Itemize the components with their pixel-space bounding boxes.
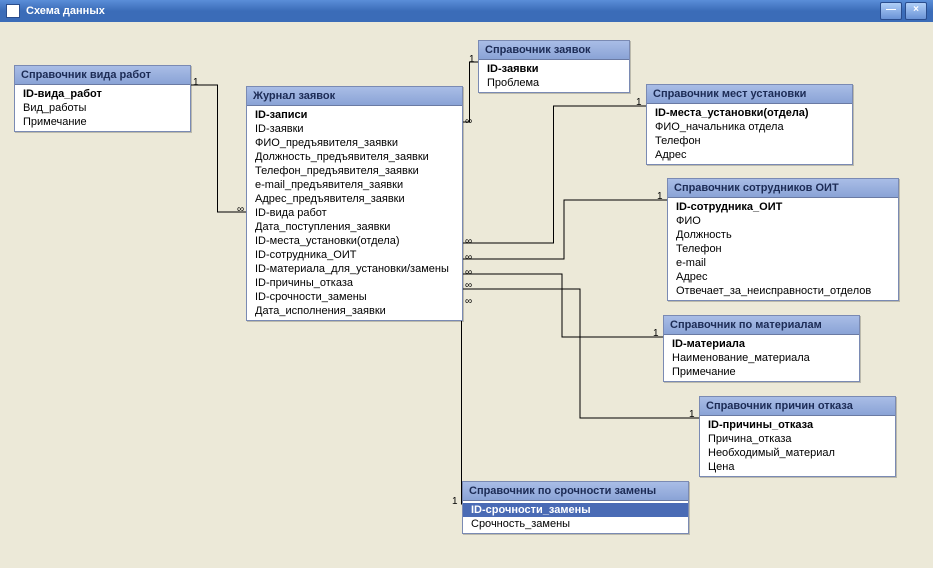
entity-prichin[interactable]: Справочник причин отказаID-причины_отказ… [699, 396, 896, 477]
field[interactable]: ID-заявки [479, 62, 629, 76]
entity-zayavok_ref[interactable]: Справочник заявокID-заявкиПроблема [478, 40, 630, 93]
field[interactable]: Телефон [668, 242, 898, 256]
field[interactable]: ФИО [668, 214, 898, 228]
entity-journal[interactable]: Журнал заявокID-записиID-заявкиФИО_предъ… [246, 86, 463, 321]
entity-header[interactable]: Журнал заявок [247, 87, 462, 106]
field[interactable]: Наименование_материала [664, 351, 859, 365]
entity-vida_rabot[interactable]: Справочник вида работID-вида_работВид_ра… [14, 65, 191, 132]
cardinality-label: ∞ [465, 297, 472, 307]
entity-sotr[interactable]: Справочник сотрудников ОИТID-сотрудника_… [667, 178, 899, 301]
cardinality-label: ∞ [465, 117, 472, 127]
cardinality-label: 1 [193, 78, 199, 88]
field[interactable]: ID-сотрудника_ОИТ [247, 248, 462, 262]
field[interactable]: ID-срочности_замены [463, 503, 688, 517]
cardinality-label: ∞ [237, 205, 244, 215]
cardinality-label: 1 [653, 329, 659, 339]
entity-mater[interactable]: Справочник по материаламID-материалаНаим… [663, 315, 860, 382]
field[interactable]: ID-места_установки(отдела) [247, 234, 462, 248]
field[interactable]: e-mail [668, 256, 898, 270]
entity-header[interactable]: Справочник сотрудников ОИТ [668, 179, 898, 198]
entity-header[interactable]: Справочник вида работ [15, 66, 190, 85]
cardinality-label: 1 [689, 410, 695, 420]
diagram-canvas[interactable]: Справочник вида работID-вида_работВид_ра… [0, 22, 933, 568]
window-title: Схема данных [26, 0, 105, 22]
field[interactable]: Адрес [668, 270, 898, 284]
field[interactable]: ID-места_установки(отдела) [647, 106, 852, 120]
field-list: ID-материалаНаименование_материалаПримеч… [664, 335, 859, 381]
titlebar[interactable]: Схема данных — × [0, 0, 933, 22]
entity-header[interactable]: Справочник заявок [479, 41, 629, 60]
field[interactable]: ID-заявки [247, 122, 462, 136]
entity-sroch[interactable]: Справочник по срочности заменыID-срочнос… [462, 481, 689, 534]
entity-header[interactable]: Справочник по срочности замены [463, 482, 688, 501]
field[interactable]: Дата_исполнения_заявки [247, 304, 462, 318]
field[interactable]: Телефон_предъявителя_заявки [247, 164, 462, 178]
field-list: ID-сотрудника_ОИТФИОДолжностьТелефонe-ma… [668, 198, 898, 300]
cardinality-label: ∞ [465, 281, 472, 291]
field[interactable]: Необходимый_материал [700, 446, 895, 460]
field[interactable]: Примечание [664, 365, 859, 379]
field[interactable]: ID-вида_работ [15, 87, 190, 101]
field[interactable]: ID-материала_для_установки/замены [247, 262, 462, 276]
field-list: ID-заявкиПроблема [479, 60, 629, 92]
cardinality-label: ∞ [465, 268, 472, 278]
window-buttons: — × [880, 2, 927, 20]
field[interactable]: ФИО_предъявителя_заявки [247, 136, 462, 150]
field-list: ID-записиID-заявкиФИО_предъявителя_заявк… [247, 106, 462, 320]
app-window: Схема данных — × Справочник вида работID… [0, 0, 933, 568]
field-list: ID-срочности_заменыСрочность_замены [463, 501, 688, 533]
entity-header[interactable]: Справочник по материалам [664, 316, 859, 335]
field[interactable]: Срочность_замены [463, 517, 688, 531]
minimize-button[interactable]: — [880, 2, 902, 20]
field[interactable]: Отвечает_за_неисправности_отделов [668, 284, 898, 298]
field[interactable]: ID-сотрудника_ОИТ [668, 200, 898, 214]
app-icon [6, 4, 20, 18]
cardinality-label: 1 [452, 497, 458, 507]
field[interactable]: Адрес [647, 148, 852, 162]
field[interactable]: e-mail_предъявителя_заявки [247, 178, 462, 192]
field[interactable]: Адрес_предъявителя_заявки [247, 192, 462, 206]
close-button[interactable]: × [905, 2, 927, 20]
field[interactable]: ID-вида работ [247, 206, 462, 220]
field[interactable]: Проблема [479, 76, 629, 90]
field[interactable]: Дата_поступления_заявки [247, 220, 462, 234]
field[interactable]: Причина_отказа [700, 432, 895, 446]
field[interactable]: ID-записи [247, 108, 462, 122]
field[interactable]: ID-причины_отказа [700, 418, 895, 432]
cardinality-label: 1 [469, 55, 475, 65]
cardinality-label: ∞ [465, 237, 472, 247]
cardinality-label: 1 [657, 192, 663, 202]
entity-mest[interactable]: Справочник мест установкиID-места_устано… [646, 84, 853, 165]
cardinality-label: 1 [636, 98, 642, 108]
field[interactable]: ID-срочности_замены [247, 290, 462, 304]
field[interactable]: Должность [668, 228, 898, 242]
field-list: ID-места_установки(отдела)ФИО_начальника… [647, 104, 852, 164]
field[interactable]: Примечание [15, 115, 190, 129]
field[interactable]: ID-материала [664, 337, 859, 351]
entity-header[interactable]: Справочник причин отказа [700, 397, 895, 416]
field-list: ID-вида_работВид_работыПримечание [15, 85, 190, 131]
field-list: ID-причины_отказаПричина_отказаНеобходим… [700, 416, 895, 476]
field[interactable]: ID-причины_отказа [247, 276, 462, 290]
field[interactable]: Должность_предъявителя_заявки [247, 150, 462, 164]
entity-header[interactable]: Справочник мест установки [647, 85, 852, 104]
cardinality-label: ∞ [465, 253, 472, 263]
field[interactable]: Цена [700, 460, 895, 474]
field[interactable]: Вид_работы [15, 101, 190, 115]
field[interactable]: Телефон [647, 134, 852, 148]
field[interactable]: ФИО_начальника отдела [647, 120, 852, 134]
